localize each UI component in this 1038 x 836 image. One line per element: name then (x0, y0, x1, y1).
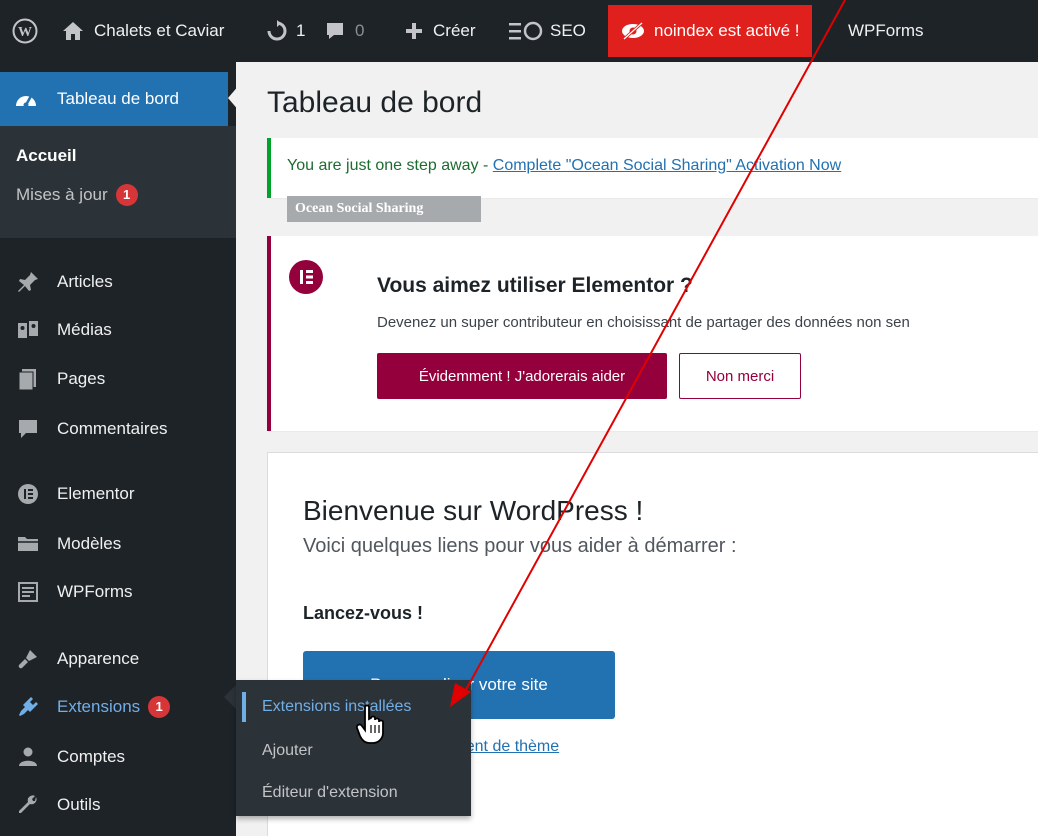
sidebar-item-label: Modèles (57, 534, 122, 553)
updates-badge: 1 (115, 184, 138, 206)
sidebar-item-comments[interactable]: Commentaires (0, 407, 236, 451)
home-icon (63, 22, 83, 40)
dashboard-submenu: Accueil Mises à jour 1 (0, 126, 236, 238)
seo-menu[interactable]: SEO (508, 0, 586, 62)
extensions-label: Extensions (57, 697, 141, 716)
flyout-arrow (224, 685, 236, 709)
elementor-icon (18, 484, 38, 504)
flyout-item-plugin-editor[interactable]: Éditeur d'extension (262, 784, 398, 802)
sidebar-item-tools[interactable]: Outils (0, 783, 236, 827)
media-icon (18, 321, 38, 338)
flyout-active-indicator (242, 692, 246, 722)
welcome-subtitle: Voici quelques liens pour vous aider à d… (303, 535, 737, 557)
sidebar-item-elementor[interactable]: Elementor (0, 472, 236, 516)
pages-icon (18, 369, 36, 391)
refresh-icon (267, 20, 287, 41)
ocean-notice-text: You are just one step away - Complete "O… (287, 157, 841, 175)
sidebar-item-label: Commentaires (57, 419, 168, 438)
sidebar-item-label: WPForms (57, 582, 133, 601)
extensions-badge: 1 (148, 696, 171, 718)
paintbrush-icon (18, 650, 37, 669)
elementor-notice-title: Vous aimez utiliser Elementor ? (377, 274, 693, 297)
submenu-updates-label: Mises à jour (16, 185, 108, 204)
admin-bar: W Chalets et Caviar 1 0 Créer SEO noinde… (0, 0, 1038, 62)
sidebar-item-label: Tableau de bord (57, 89, 179, 108)
extensions-flyout-menu: Extensions installées Ajouter Éditeur d'… (236, 680, 471, 816)
wordpress-logo-icon[interactable]: W (12, 0, 38, 62)
site-name: Chalets et Caviar (94, 21, 225, 40)
wpforms-icon (18, 582, 38, 602)
comments-icon (19, 420, 37, 438)
sidebar-item-label: Extensions 1 (57, 696, 171, 718)
ocean-notice: You are just one step away - Complete "O… (267, 138, 1038, 198)
new-label: Créer (433, 21, 476, 40)
sidebar-item-label: Pages (57, 369, 106, 388)
seo-icon (509, 21, 543, 41)
comments-link[interactable]: 0 (325, 0, 364, 62)
flyout-item-add-plugin[interactable]: Ajouter (262, 742, 313, 760)
sidebar-item-label: Elementor (57, 484, 135, 503)
sidebar-item-label: Apparence (57, 649, 140, 668)
elementor-notice: Vous aimez utiliser Elementor ? Devenez … (267, 236, 1038, 431)
welcome-get-started-heading: Lancez-vous ! (303, 603, 424, 623)
comments-count: 0 (355, 21, 365, 40)
sidebar-item-articles[interactable]: Articles (0, 260, 236, 304)
plugin-icon (19, 697, 38, 716)
elementor-logo-icon (289, 260, 323, 294)
welcome-title: Bienvenue sur WordPress ! (303, 495, 644, 526)
sidebar-item-wpforms[interactable]: WPForms (0, 570, 236, 614)
ocean-tag: Ocean Social Sharing (287, 196, 481, 222)
site-name-link[interactable]: Chalets et Caviar (62, 0, 224, 62)
flyout-item-installed-plugins[interactable]: Extensions installées (262, 698, 411, 716)
seo-label: SEO (550, 21, 586, 40)
admin-sidebar: Tableau de bord Accueil Mises à jour 1 A… (0, 62, 240, 836)
sidebar-item-templates[interactable]: Modèles (0, 522, 236, 566)
page-title: Tableau de bord (267, 86, 483, 119)
sidebar-item-media[interactable]: Médias (0, 308, 236, 352)
pushpin-icon (18, 272, 38, 292)
updates-count: 1 (296, 21, 306, 40)
folder-icon (18, 537, 38, 551)
plus-icon (406, 23, 422, 39)
updates-link[interactable]: 1 (266, 0, 305, 62)
sidebar-item-dashboard[interactable]: Tableau de bord (0, 72, 228, 126)
ocean-notice-prefix: You are just one step away - (287, 157, 493, 174)
elementor-optin-button[interactable]: Évidemment ! J'adorerais aider (377, 353, 667, 399)
dashboard-icon (16, 95, 36, 108)
submenu-updates[interactable]: Mises à jour 1 (16, 184, 138, 206)
wpforms-label: WPForms (848, 21, 924, 40)
sidebar-item-label: Articles (57, 272, 113, 291)
sidebar-item-label: Médias (57, 320, 112, 339)
users-icon (19, 747, 37, 766)
eye-slash-icon (622, 22, 644, 40)
wrench-icon (19, 795, 37, 813)
wpforms-menu[interactable]: WPForms (848, 0, 924, 62)
elementor-dismiss-button[interactable]: Non merci (679, 353, 801, 399)
noindex-label: noindex est activé ! (654, 21, 800, 40)
new-content-link[interactable]: Créer (405, 0, 476, 62)
submenu-home[interactable]: Accueil (16, 146, 76, 166)
comment-icon (327, 23, 343, 39)
ocean-activation-link[interactable]: Complete "Ocean Social Sharing" Activati… (493, 157, 841, 174)
sidebar-item-label: Comptes (57, 747, 126, 766)
elementor-notice-description: Devenez un super contributeur en choisis… (377, 314, 910, 331)
sidebar-item-users[interactable]: Comptes (0, 735, 236, 779)
sidebar-item-extensions[interactable]: Extensions 1 (0, 685, 236, 729)
sidebar-item-pages[interactable]: Pages (0, 357, 236, 401)
sidebar-item-label: Outils (57, 795, 101, 814)
sidebar-item-appearance[interactable]: Apparence (0, 637, 236, 681)
svg-text:W: W (18, 25, 32, 40)
noindex-warning[interactable]: noindex est activé ! (608, 5, 812, 57)
